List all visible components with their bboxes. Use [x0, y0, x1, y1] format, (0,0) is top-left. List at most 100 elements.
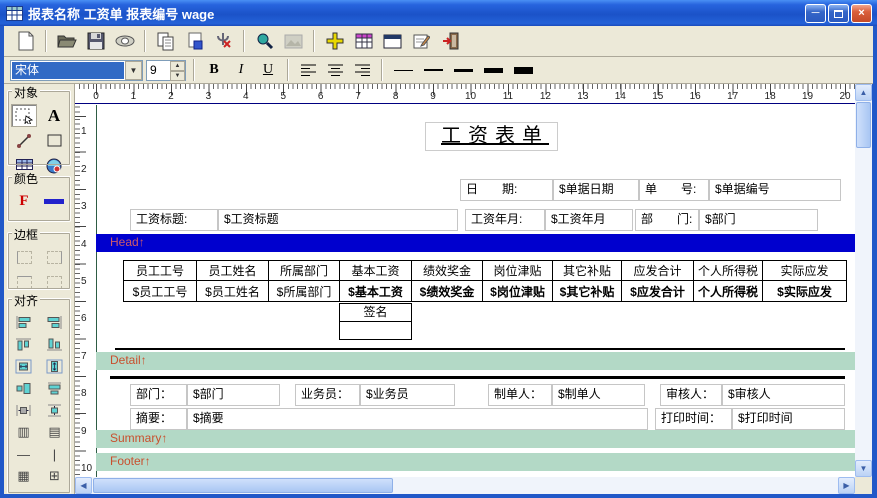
- wage-table-value-cell[interactable]: $其它补贴: [553, 281, 622, 302]
- find-button[interactable]: [251, 28, 278, 54]
- wage-table-value-cell[interactable]: $应发合计: [622, 281, 694, 302]
- wage-table-value-cell[interactable]: $基本工资: [340, 281, 412, 302]
- grid-frame-button[interactable]: ⊞: [42, 465, 68, 487]
- band-head[interactable]: Head↑: [96, 234, 855, 252]
- dept-label-field[interactable]: 部 门:: [635, 209, 699, 231]
- design-canvas[interactable]: 01234567891011121314151617181920 1234567…: [75, 84, 855, 477]
- vertical-line-button[interactable]: |: [42, 443, 68, 465]
- footer-maker-value-field[interactable]: $制单人: [552, 384, 645, 406]
- wage-table-header-cell[interactable]: 应发合计: [622, 261, 694, 281]
- underline-button[interactable]: U: [256, 59, 280, 81]
- date-label-field[interactable]: 日 期:: [460, 179, 553, 201]
- table-rows-button[interactable]: ▤: [42, 421, 68, 443]
- wage-table[interactable]: 员工工号员工姓名所属部门基本工资绩效奖金岗位津贴其它补贴应发合计个人所得税实际应…: [123, 260, 847, 302]
- wage-table-header-cell[interactable]: 员工姓名: [197, 261, 269, 281]
- footer-checker-label-field[interactable]: 审核人：: [660, 384, 722, 406]
- scroll-left-icon[interactable]: ◀: [75, 477, 92, 494]
- wage-table-value-cell[interactable]: $员工工号: [124, 281, 197, 302]
- no-value-field[interactable]: $单据编号: [709, 179, 841, 201]
- open-button[interactable]: [53, 28, 80, 54]
- band-footer[interactable]: Footer↑: [96, 453, 855, 471]
- wage-table-header-cell[interactable]: 岗位津贴: [483, 261, 553, 281]
- horizontal-line-button[interactable]: —: [11, 443, 37, 465]
- italic-button[interactable]: I: [229, 59, 253, 81]
- vertical-scroll-thumb[interactable]: [856, 102, 871, 148]
- vertical-scrollbar[interactable]: ▲ ▼: [855, 84, 872, 477]
- add-report-button[interactable]: [321, 28, 348, 54]
- table-columns-button[interactable]: ▥: [11, 421, 37, 443]
- font-family-select[interactable]: 宋体 ▼: [10, 60, 143, 81]
- wage-table-value-cell[interactable]: $所属部门: [269, 281, 340, 302]
- band-summary[interactable]: Summary↑: [96, 430, 855, 448]
- wage-table-value-cell[interactable]: 个人所得税: [694, 281, 763, 302]
- form-button[interactable]: [408, 28, 435, 54]
- scroll-down-icon[interactable]: ▼: [855, 460, 872, 477]
- same-size-button[interactable]: [11, 377, 37, 399]
- border-left-button[interactable]: [11, 246, 37, 269]
- detail-bottom-line[interactable]: [110, 376, 845, 379]
- border-right-button[interactable]: [41, 246, 67, 269]
- align-right-button[interactable]: [350, 59, 374, 81]
- line-width-1-button[interactable]: [390, 59, 417, 81]
- wage-table-header-cell[interactable]: 实际应发: [763, 261, 847, 281]
- chevron-down-icon[interactable]: ▼: [125, 61, 142, 80]
- space-horizontal-button[interactable]: [11, 399, 37, 421]
- border-top-button[interactable]: [11, 271, 37, 294]
- titlebar[interactable]: 报表名称 工资单 报表编号 wage ─ ×: [0, 0, 877, 26]
- scroll-right-icon[interactable]: ▶: [838, 477, 855, 494]
- delete-object-button[interactable]: [210, 28, 237, 54]
- line-width-2-button[interactable]: [420, 59, 447, 81]
- table-setup-button[interactable]: [350, 28, 377, 54]
- picture-button[interactable]: [280, 28, 307, 54]
- footer-dept-label-field[interactable]: 部门：: [130, 384, 187, 406]
- align-center-button[interactable]: [323, 59, 347, 81]
- dept-value-field[interactable]: $部门: [699, 209, 818, 231]
- wage-table-header-cell[interactable]: 基本工资: [340, 261, 412, 281]
- select-tool-button[interactable]: [11, 104, 37, 127]
- line-width-3-button[interactable]: [450, 59, 477, 81]
- align-right-objects-button[interactable]: [42, 311, 68, 333]
- insert-field-button[interactable]: [181, 28, 208, 54]
- font-size-stepper[interactable]: 9 ▲▼: [146, 60, 186, 81]
- wage-table-value-cell[interactable]: $绩效奖金: [412, 281, 483, 302]
- align-left-objects-button[interactable]: [11, 311, 37, 333]
- wage-table-value-cell[interactable]: $员工姓名: [197, 281, 269, 302]
- footer-memo-value-field[interactable]: $摘要: [187, 408, 648, 430]
- report-page-title[interactable]: 工资表单: [425, 122, 558, 151]
- wage-table-value-cell[interactable]: $岗位津贴: [483, 281, 553, 302]
- bold-button[interactable]: B: [202, 59, 226, 81]
- horizontal-scroll-thumb[interactable]: [93, 478, 393, 493]
- horizontal-scrollbar[interactable]: ◀ ▶: [75, 477, 855, 494]
- font-color-button[interactable]: F: [11, 190, 37, 213]
- footer-dept-value-field[interactable]: $部门: [187, 384, 280, 406]
- image-tool-button[interactable]: [41, 154, 67, 177]
- footer-memo-label-field[interactable]: 摘要：: [130, 408, 187, 430]
- footer-salesman-value-field[interactable]: $业务员: [360, 384, 455, 406]
- center-vertical-button[interactable]: [42, 355, 68, 377]
- wage-table-header-cell[interactable]: 个人所得税: [694, 261, 763, 281]
- footer-checker-value-field[interactable]: $审核人: [722, 384, 845, 406]
- footer-maker-label-field[interactable]: 制单人：: [488, 384, 552, 406]
- spin-up-icon[interactable]: ▲: [170, 61, 185, 71]
- grid-button[interactable]: ▦: [11, 465, 37, 487]
- band-detail[interactable]: Detail↑: [96, 352, 855, 370]
- copy-button[interactable]: [152, 28, 179, 54]
- minimize-button[interactable]: ─: [805, 4, 826, 23]
- line-tool-button[interactable]: [11, 129, 37, 152]
- date-value-field[interactable]: $单据日期: [553, 179, 639, 201]
- scroll-up-icon[interactable]: ▲: [855, 84, 872, 101]
- line-width-5-button[interactable]: [510, 59, 537, 81]
- new-button[interactable]: [12, 28, 39, 54]
- wage-table-header-cell[interactable]: 员工工号: [124, 261, 197, 281]
- same-height-button[interactable]: [42, 377, 68, 399]
- sign-cell[interactable]: 签名: [339, 303, 412, 322]
- align-top-objects-button[interactable]: [11, 333, 37, 355]
- wage-table-header-cell[interactable]: 其它补贴: [553, 261, 622, 281]
- spin-down-icon[interactable]: ▼: [170, 71, 185, 81]
- space-vertical-button[interactable]: [42, 399, 68, 421]
- footer-print-time-value-field[interactable]: $打印时间: [732, 408, 845, 430]
- footer-salesman-label-field[interactable]: 业务员：: [295, 384, 360, 406]
- center-horizontal-button[interactable]: [11, 355, 37, 377]
- wage-table-header-cell[interactable]: 所属部门: [269, 261, 340, 281]
- save-button[interactable]: [82, 28, 109, 54]
